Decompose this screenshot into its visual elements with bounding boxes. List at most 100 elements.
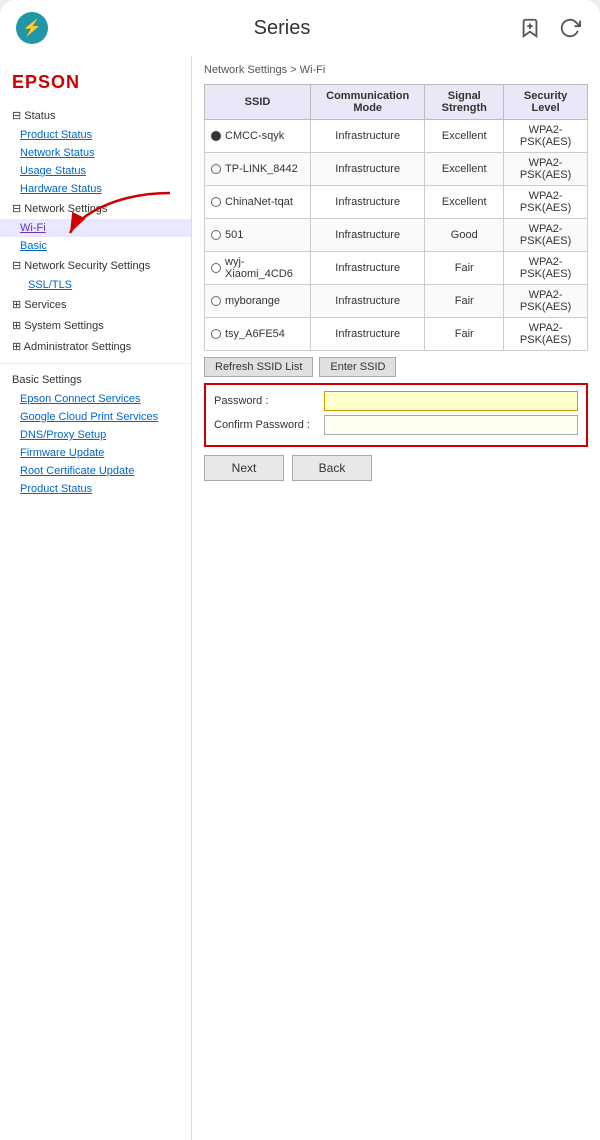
- security-cell: WPA2-PSK(AES): [504, 153, 588, 186]
- confirm-label: Confirm Password :: [214, 419, 324, 431]
- mode-cell: Infrastructure: [311, 285, 425, 318]
- admin-section-header: ⊞ Administrator Settings: [0, 336, 191, 357]
- ssid-text: tsy_A6FE54: [225, 328, 285, 340]
- back-button[interactable]: Back: [292, 455, 372, 481]
- signal-cell: Excellent: [425, 186, 504, 219]
- expand-icon-services: ⊞: [12, 299, 21, 311]
- radio-dot[interactable]: [211, 296, 221, 306]
- ssid-text: myborange: [225, 295, 280, 307]
- enter-ssid-btn[interactable]: Enter SSID: [319, 357, 396, 377]
- expand-icon-system: ⊞: [12, 320, 21, 332]
- security-cell: WPA2-PSK(AES): [504, 252, 588, 285]
- table-row[interactable]: wyj-Xiaomi_4CD6 InfrastructureFairWPA2-PS…: [205, 252, 588, 285]
- top-bar: ⚡ Series: [0, 0, 600, 56]
- radio-dot[interactable]: [211, 131, 221, 141]
- security-cell: WPA2-PSK(AES): [504, 219, 588, 252]
- mode-cell: Infrastructure: [311, 186, 425, 219]
- table-row[interactable]: 501 InfrastructureGoodWPA2-PSK(AES): [205, 219, 588, 252]
- expand-icon-network: ⊟: [12, 203, 21, 215]
- ssid-text: ChinaNet-tqat: [225, 196, 293, 208]
- security-section-header: ⊟ Network Security Settings: [0, 255, 191, 276]
- security-cell: WPA2-PSK(AES): [504, 318, 588, 351]
- security-cell: WPA2-PSK(AES): [504, 186, 588, 219]
- radio-dot[interactable]: [211, 329, 221, 339]
- security-cell: WPA2-PSK(AES): [504, 120, 588, 153]
- sidebar-item-dns-proxy[interactable]: DNS/Proxy Setup: [0, 426, 191, 444]
- sidebar-item-ssl-tls[interactable]: SSL/TLS: [0, 276, 191, 294]
- sidebar-item-root-cert[interactable]: Root Certificate Update: [0, 462, 191, 480]
- bottom-buttons: Next Back: [204, 455, 588, 481]
- sidebar-item-epson-connect[interactable]: Epson Connect Services: [0, 390, 191, 408]
- col-signal: Signal Strength: [425, 85, 504, 120]
- breadcrumb: Network Settings > Wi-Fi: [204, 64, 588, 76]
- radio-dot[interactable]: [211, 230, 221, 240]
- refresh-icon[interactable]: [556, 14, 584, 42]
- sidebar-item-product-status2[interactable]: Product Status: [0, 480, 191, 498]
- sidebar-item-google-print[interactable]: Google Cloud Print Services: [0, 408, 191, 426]
- ssid-cell[interactable]: tsy_A6FE54: [205, 318, 311, 351]
- ssid-text: wyj-Xiaomi_4CD6: [225, 256, 304, 280]
- radio-dot[interactable]: [211, 263, 221, 273]
- app-title: Series: [254, 17, 311, 40]
- ssid-text: TP-LINK_8442: [225, 163, 298, 175]
- basic-settings-header: Basic Settings: [0, 370, 191, 390]
- next-button[interactable]: Next: [204, 455, 284, 481]
- signal-cell: Excellent: [425, 120, 504, 153]
- expand-icon-status: ⊟: [12, 110, 21, 122]
- table-row[interactable]: TP-LINK_8442 InfrastructureExcellentWPA2-…: [205, 153, 588, 186]
- sidebar-item-basic[interactable]: Basic: [0, 237, 191, 255]
- table-row[interactable]: ChinaNet-tqat InfrastructureExcellentWPA2…: [205, 186, 588, 219]
- mode-cell: Infrastructure: [311, 219, 425, 252]
- password-label: Password :: [214, 395, 324, 407]
- ssid-cell[interactable]: CMCC-sqyk: [205, 120, 311, 153]
- security-cell: WPA2-PSK(AES): [504, 285, 588, 318]
- radio-dot[interactable]: [211, 164, 221, 174]
- sidebar-item-product-status[interactable]: Product Status: [0, 126, 191, 144]
- sidebar-item-firmware[interactable]: Firmware Update: [0, 444, 191, 462]
- col-mode: Communication Mode: [311, 85, 425, 120]
- ssid-cell[interactable]: ChinaNet-tqat: [205, 186, 311, 219]
- sidebar: EPSON ⊟ Status Product Status Network St…: [0, 56, 192, 1140]
- ssid-cell[interactable]: TP-LINK_8442: [205, 153, 311, 186]
- ssid-text: 501: [225, 229, 243, 241]
- mode-cell: Infrastructure: [311, 153, 425, 186]
- password-row: Password :: [214, 391, 578, 411]
- content-area: Network Settings > Wi-Fi SSID Communicat…: [192, 56, 600, 1140]
- bookmark-icon[interactable]: [516, 14, 544, 42]
- confirm-input[interactable]: [324, 415, 578, 435]
- sidebar-item-wifi[interactable]: Wi-Fi: [0, 219, 191, 237]
- ssid-cell[interactable]: wyj-Xiaomi_4CD6: [205, 252, 311, 285]
- confirm-row: Confirm Password :: [214, 415, 578, 435]
- ssid-cell[interactable]: myborange: [205, 285, 311, 318]
- sidebar-divider: [0, 363, 191, 364]
- signal-cell: Excellent: [425, 153, 504, 186]
- sidebar-item-usage-status[interactable]: Usage Status: [0, 162, 191, 180]
- sidebar-item-hardware-status[interactable]: Hardware Status: [0, 180, 191, 198]
- shield-icon: ⚡: [16, 12, 48, 44]
- expand-icon-admin: ⊞: [12, 341, 21, 353]
- table-row[interactable]: myborangeInfrastructureFairWPA2-PSK(AES): [205, 285, 588, 318]
- services-section-header: ⊞ Services: [0, 294, 191, 315]
- sidebar-item-network-status[interactable]: Network Status: [0, 144, 191, 162]
- table-row[interactable]: CMCC-sqykInfrastructureExcellentWPA2-PSK…: [205, 120, 588, 153]
- mode-cell: Infrastructure: [311, 318, 425, 351]
- mode-cell: Infrastructure: [311, 252, 425, 285]
- main-container: EPSON ⊟ Status Product Status Network St…: [0, 56, 600, 1140]
- top-bar-icons: [516, 14, 584, 42]
- password-section: Password : Confirm Password :: [204, 383, 588, 447]
- table-row[interactable]: tsy_A6FE54InfrastructureFairWPA2-PSK(AES…: [205, 318, 588, 351]
- wifi-wrapper: Wi-Fi: [0, 219, 191, 237]
- signal-cell: Good: [425, 219, 504, 252]
- status-section-header: ⊟ Status: [0, 105, 191, 126]
- mode-cell: Infrastructure: [311, 120, 425, 153]
- system-section-header: ⊞ System Settings: [0, 315, 191, 336]
- wifi-table: SSID Communication Mode Signal Strength …: [204, 84, 588, 351]
- brand-logo: EPSON: [0, 64, 191, 105]
- network-section-header: ⊟ Network Settings: [0, 198, 191, 219]
- password-input[interactable]: [324, 391, 578, 411]
- radio-dot[interactable]: [211, 197, 221, 207]
- signal-cell: Fair: [425, 252, 504, 285]
- refresh-ssid-btn[interactable]: Refresh SSID List: [204, 357, 313, 377]
- ssid-cell[interactable]: 501: [205, 219, 311, 252]
- col-security: Security Level: [504, 85, 588, 120]
